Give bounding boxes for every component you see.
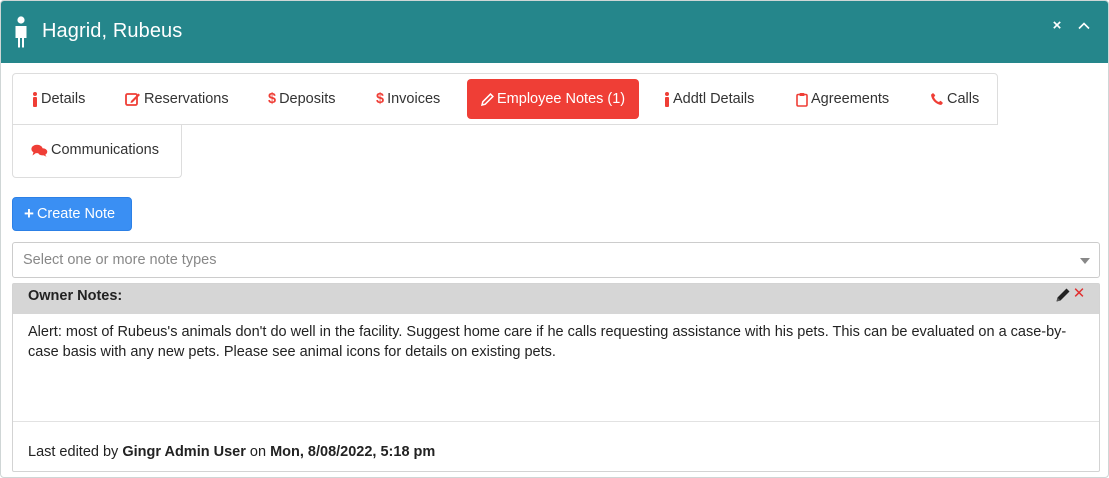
edited-by-prefix: Last edited by xyxy=(28,444,119,460)
edited-on-word: on xyxy=(249,444,267,460)
clipboard-icon xyxy=(796,92,808,107)
note-divider xyxy=(13,421,1099,422)
edited-date: Mon, 8/08/2022, 5:18 pm xyxy=(270,444,436,460)
tab-bar-row-2: Communications xyxy=(12,125,182,178)
tab-label: Details xyxy=(41,91,86,108)
customer-name-title: Hagrid, Rubeus xyxy=(42,20,183,42)
pencil-icon xyxy=(481,92,494,106)
tab-calls[interactable]: Calls xyxy=(930,79,979,119)
dollar-icon: $ xyxy=(268,91,277,108)
info-icon xyxy=(33,91,37,107)
tab-label: Employee Notes (1) xyxy=(497,91,626,108)
tab-label: Calls xyxy=(947,91,980,108)
tab-label: Agreements xyxy=(811,91,890,108)
tab-agreements[interactable]: Agreements xyxy=(796,79,889,119)
tab-label: Communications xyxy=(51,142,159,159)
tab-deposits[interactable]: $ Deposits xyxy=(268,79,336,119)
tab-communications[interactable]: Communications xyxy=(31,130,159,170)
note-footer: Last edited by Gingr Admin User on Mon, … xyxy=(28,444,435,460)
person-icon xyxy=(15,16,27,48)
tab-invoices[interactable]: $ Invoices xyxy=(376,79,440,119)
note-card: Owner Notes: ✕ Alert: most of Rubeus's a… xyxy=(12,283,1100,472)
tab-employee-notes[interactable]: Employee Notes (1) xyxy=(467,79,640,119)
delete-icon[interactable]: ✕ xyxy=(1072,285,1086,303)
tab-label: Reservations xyxy=(144,91,229,108)
tab-label: Invoices xyxy=(387,91,441,108)
note-type-title: Owner Notes: xyxy=(28,288,123,304)
close-icon[interactable]: × xyxy=(1048,17,1066,35)
tab-details[interactable]: Details xyxy=(32,79,85,119)
edit-square-icon xyxy=(125,93,140,107)
comments-icon xyxy=(31,144,48,157)
note-type-placeholder: Select one or more note types xyxy=(23,252,217,268)
phone-icon xyxy=(931,93,943,106)
note-header: Owner Notes: ✕ xyxy=(13,284,1099,314)
create-note-button[interactable]: + Create Note xyxy=(12,197,132,231)
tab-label: Addtl Details xyxy=(673,91,755,108)
edited-by-user: Gingr Admin User xyxy=(122,444,246,460)
dollar-icon: $ xyxy=(376,91,385,108)
note-type-select[interactable]: Select one or more note types xyxy=(12,242,1100,278)
plus-icon: + xyxy=(24,204,34,223)
chevron-up-icon[interactable] xyxy=(1075,17,1093,35)
tab-reservations[interactable]: Reservations xyxy=(125,79,229,119)
tab-bar: Details Reservations $ Deposits $ Invoices… xyxy=(12,73,998,125)
create-note-label: Create Note xyxy=(36,206,116,222)
panel-header: Hagrid, Rubeus × xyxy=(1,1,1108,63)
pencil-icon[interactable] xyxy=(1055,287,1071,303)
info-icon xyxy=(665,91,669,107)
chevron-down-icon xyxy=(1080,258,1090,264)
note-body: Alert: most of Rubeus's animals don't do… xyxy=(28,324,1067,360)
customer-panel: Hagrid, Rubeus × Details Reservations $ D… xyxy=(0,0,1109,478)
tab-label: Deposits xyxy=(279,91,336,108)
tab-addtl-details[interactable]: Addtl Details xyxy=(664,79,754,119)
